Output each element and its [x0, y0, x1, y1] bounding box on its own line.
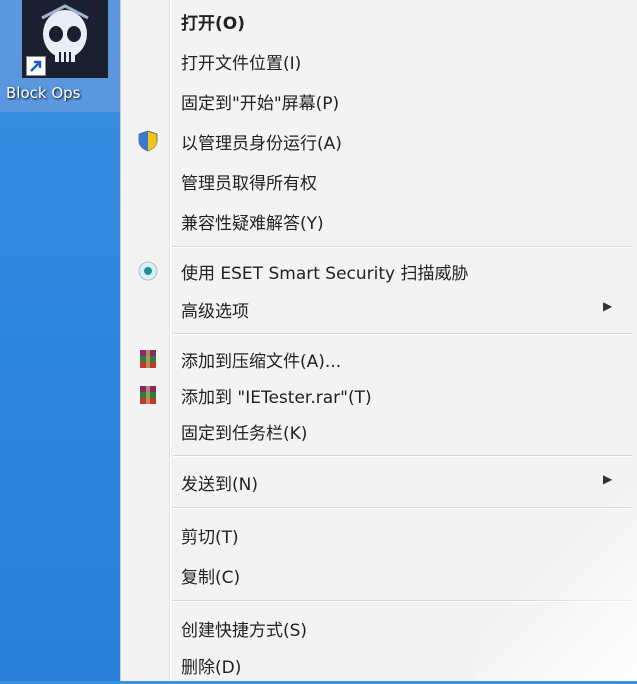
menu-item-label: 固定到任务栏(K)	[181, 424, 308, 444]
menu-item-run-as-admin[interactable]: 以管理员身份运行(A)	[121, 122, 637, 160]
winrar-icon	[140, 350, 156, 368]
menu-item-label: 固定到"开始"屏幕(P)	[181, 94, 340, 114]
menu-item-add-rar[interactable]: 添加到 "IETester.rar"(T)	[121, 376, 637, 414]
menu-separator	[173, 246, 632, 248]
menu-separator	[173, 455, 632, 457]
menu-item-open-location[interactable]: 打开文件位置(I)	[121, 42, 637, 80]
menu-item-pin-taskbar[interactable]: 固定到任务栏(K)	[121, 412, 637, 450]
shortcut-arrow-icon	[26, 56, 46, 76]
menu-item-label: 打开(O)	[181, 14, 245, 34]
submenu-arrow-icon: ▶	[603, 299, 613, 313]
menu-item-label: 发送到(N)	[181, 475, 258, 495]
menu-item-label: 高级选项	[181, 302, 249, 322]
menu-item-label: 添加到压缩文件(A)...	[181, 352, 342, 372]
menu-item-label: 使用 ESET Smart Security 扫描威胁	[181, 264, 469, 284]
eset-icon	[138, 261, 158, 281]
menu-item-label: 创建快捷方式(S)	[181, 621, 308, 641]
desktop-icon-label: Block Ops	[6, 84, 81, 102]
menu-item-label: 剪切(T)	[181, 528, 239, 548]
menu-item-label: 管理员取得所有权	[181, 174, 317, 194]
winrar-icon	[140, 386, 156, 404]
menu-item-label: 打开文件位置(I)	[181, 54, 302, 74]
menu-item-take-ownership[interactable]: 管理员取得所有权	[121, 162, 637, 200]
submenu-arrow-icon: ▶	[603, 472, 613, 486]
menu-item-label: 复制(C)	[181, 568, 241, 588]
menu-item-pin-start[interactable]: 固定到"开始"屏幕(P)	[121, 82, 637, 120]
context-menu: 打开(O) 打开文件位置(I) 固定到"开始"屏幕(P) 以管理员身份运行(A)…	[120, 0, 637, 681]
menu-item-compatibility[interactable]: 兼容性疑难解答(Y)	[121, 202, 637, 240]
menu-item-eset-scan[interactable]: 使用 ESET Smart Security 扫描威胁	[121, 252, 637, 290]
menu-item-label: 兼容性疑难解答(Y)	[181, 214, 324, 234]
desktop-shortcut[interactable]: Block Ops	[0, 0, 120, 112]
menu-item-label: 以管理员身份运行(A)	[181, 134, 342, 154]
menu-item-label: 删除(D)	[181, 658, 242, 678]
light-sheen-overlay	[478, 491, 637, 681]
uac-shield-icon	[138, 130, 158, 152]
menu-item-label: 添加到 "IETester.rar"(T)	[181, 388, 372, 408]
menu-item-open[interactable]: 打开(O)	[121, 2, 637, 40]
menu-item-add-archive[interactable]: 添加到压缩文件(A)...	[121, 340, 637, 378]
menu-separator	[173, 333, 632, 335]
menu-item-advanced[interactable]: 高级选项 ▶	[121, 290, 637, 328]
